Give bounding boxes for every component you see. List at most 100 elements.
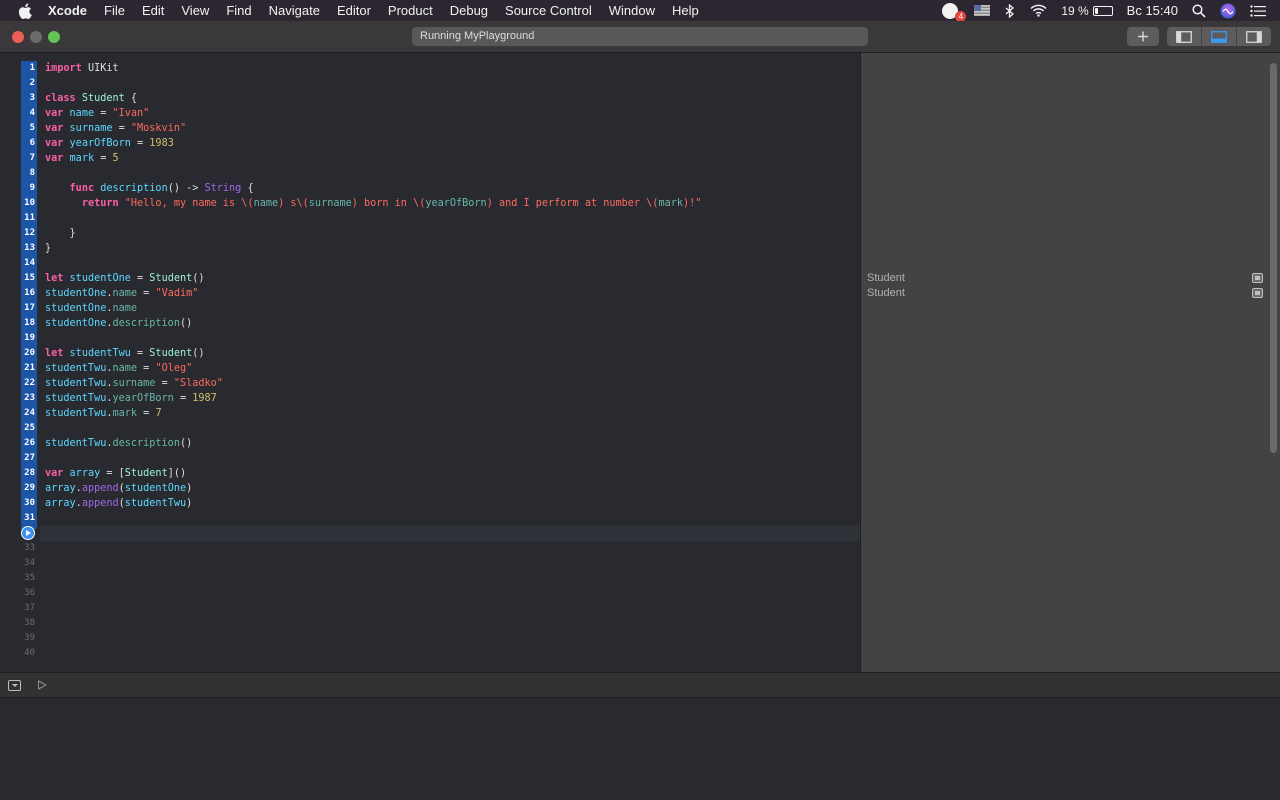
menu-edit[interactable]: Edit — [142, 0, 164, 21]
menu-file[interactable]: File — [104, 0, 125, 21]
quick-look-icon[interactable] — [1252, 288, 1263, 298]
code-line[interactable]: studentTwu.name = "Oleg" — [45, 361, 192, 376]
code-line[interactable]: } — [45, 241, 51, 256]
apple-icon[interactable] — [18, 2, 32, 19]
line-number[interactable]: 28 — [0, 466, 35, 481]
code-line[interactable]: class Student { — [45, 91, 137, 106]
line-number[interactable]: 20 — [0, 346, 35, 361]
line-number[interactable]: 9 — [0, 181, 35, 196]
quick-look-icon[interactable] — [1252, 273, 1263, 283]
run-to-line-play-icon[interactable] — [21, 526, 35, 540]
notification-icon[interactable]: 4 — [942, 2, 967, 22]
code-line[interactable]: } — [45, 226, 76, 241]
hide-debug-area-icon[interactable] — [8, 680, 21, 691]
clock[interactable]: Вс 15:40 — [1127, 3, 1178, 18]
line-number[interactable]: 2 — [0, 76, 35, 91]
wifi-icon[interactable] — [1030, 4, 1047, 17]
line-number[interactable]: 10 — [0, 196, 35, 211]
siri-icon[interactable] — [1220, 3, 1236, 19]
bluetooth-icon[interactable] — [1004, 3, 1016, 18]
line-number[interactable]: 36 — [0, 586, 35, 601]
code-line[interactable]: let studentOne = Student() — [45, 271, 205, 286]
menu-find[interactable]: Find — [226, 0, 251, 21]
line-number[interactable]: 22 — [0, 376, 35, 391]
code-line[interactable]: var yearOfBorn = 1983 — [45, 136, 174, 151]
line-number[interactable]: 33 — [0, 541, 35, 556]
line-number[interactable]: 23 — [0, 391, 35, 406]
code-line[interactable]: studentTwu.surname = "Sladko" — [45, 376, 223, 391]
line-number[interactable]: 21 — [0, 361, 35, 376]
line-number[interactable]: 27 — [0, 451, 35, 466]
menu-view[interactable]: View — [181, 0, 209, 21]
menu-editor[interactable]: Editor — [337, 0, 371, 21]
menu-window[interactable]: Window — [609, 0, 655, 21]
line-number[interactable]: 4 — [0, 106, 35, 121]
line-number[interactable]: 1 — [0, 61, 35, 76]
line-number[interactable]: 12 — [0, 226, 35, 241]
line-number[interactable]: 35 — [0, 571, 35, 586]
menu-debug[interactable]: Debug — [450, 0, 488, 21]
line-number[interactable]: 29 — [0, 481, 35, 496]
line-number[interactable]: 6 — [0, 136, 35, 151]
window-minimize-button[interactable] — [30, 31, 42, 43]
window-close-button[interactable] — [12, 31, 24, 43]
code-line[interactable]: return "Hello, my name is \(name) s\(sur… — [45, 196, 702, 211]
menu-source-control[interactable]: Source Control — [505, 0, 592, 21]
source-editor[interactable]: 1 2 3 4 5 6 7 8 9 10 11 12 13 14 15 16 17 18 19 20 21 22 23 24 2… — [0, 53, 860, 672]
code-line[interactable]: studentOne.name — [45, 301, 137, 316]
code-line[interactable]: array.append(studentOne) — [45, 481, 192, 496]
line-number[interactable]: 40 — [0, 646, 35, 661]
line-number[interactable]: 8 — [0, 166, 35, 181]
line-number[interactable]: 3 — [0, 91, 35, 106]
line-number[interactable]: 11 — [0, 211, 35, 226]
line-number[interactable]: 37 — [0, 601, 35, 616]
line-number-gutter[interactable]: 1 2 3 4 5 6 7 8 9 10 11 12 13 14 15 16 17 18 19 20 21 22 23 24 2… — [0, 53, 40, 672]
line-number[interactable]: 14 — [0, 256, 35, 271]
toggle-inspector-button[interactable] — [1237, 27, 1271, 46]
code-line[interactable]: let studentTwu = Student() — [45, 346, 205, 361]
code-line[interactable]: func description() -> String { — [45, 181, 254, 196]
line-number[interactable]: 19 — [0, 331, 35, 346]
menu-navigate[interactable]: Navigate — [269, 0, 320, 21]
line-number[interactable]: 34 — [0, 556, 35, 571]
code-line[interactable]: var surname = "Moskvin" — [45, 121, 186, 136]
code-line[interactable]: studentTwu.yearOfBorn = 1987 — [45, 391, 217, 406]
code-line[interactable]: studentTwu.description() — [45, 436, 192, 451]
code-line[interactable]: var name = "Ivan" — [45, 106, 149, 121]
menu-app-name[interactable]: Xcode — [48, 0, 87, 21]
code-line[interactable]: studentOne.name = "Vadim" — [45, 286, 198, 301]
line-number[interactable]: 25 — [0, 421, 35, 436]
code-line[interactable]: var mark = 5 — [45, 151, 119, 166]
battery-icon[interactable] — [1092, 5, 1113, 16]
code-line[interactable]: studentOne.description() — [45, 316, 192, 331]
notification-center-icon[interactable] — [1250, 4, 1266, 17]
line-number[interactable]: 26 — [0, 436, 35, 451]
menu-help[interactable]: Help — [672, 0, 699, 21]
line-number[interactable]: 38 — [0, 616, 35, 631]
window-fullscreen-button[interactable] — [48, 31, 60, 43]
input-source-flag-icon[interactable] — [974, 5, 991, 16]
line-number[interactable]: 17 — [0, 301, 35, 316]
code-line[interactable]: import UIKit — [45, 61, 119, 76]
line-number[interactable]: 18 — [0, 316, 35, 331]
run-playground-icon[interactable] — [38, 680, 47, 690]
library-add-button[interactable] — [1127, 27, 1159, 46]
line-number[interactable]: 31 — [0, 511, 35, 526]
code-line[interactable]: array.append(studentTwu) — [45, 496, 192, 511]
line-number[interactable]: 30 — [0, 496, 35, 511]
code-line[interactable]: studentTwu.mark = 7 — [45, 406, 162, 421]
line-number[interactable]: 7 — [0, 151, 35, 166]
line-number[interactable]: 39 — [0, 631, 35, 646]
code-line[interactable]: var array = [Student]() — [45, 466, 186, 481]
line-number[interactable]: 15 — [0, 271, 35, 286]
toggle-debug-area-button[interactable] — [1202, 27, 1237, 46]
line-number[interactable]: 5 — [0, 121, 35, 136]
line-number[interactable]: 13 — [0, 241, 35, 256]
line-number[interactable]: 16 — [0, 286, 35, 301]
menu-product[interactable]: Product — [388, 0, 433, 21]
results-scrollbar[interactable] — [1270, 63, 1277, 453]
console-area[interactable] — [0, 698, 1280, 800]
line-number[interactable]: 24 — [0, 406, 35, 421]
toggle-navigator-button[interactable] — [1167, 27, 1202, 46]
spotlight-search-icon[interactable] — [1192, 3, 1206, 18]
